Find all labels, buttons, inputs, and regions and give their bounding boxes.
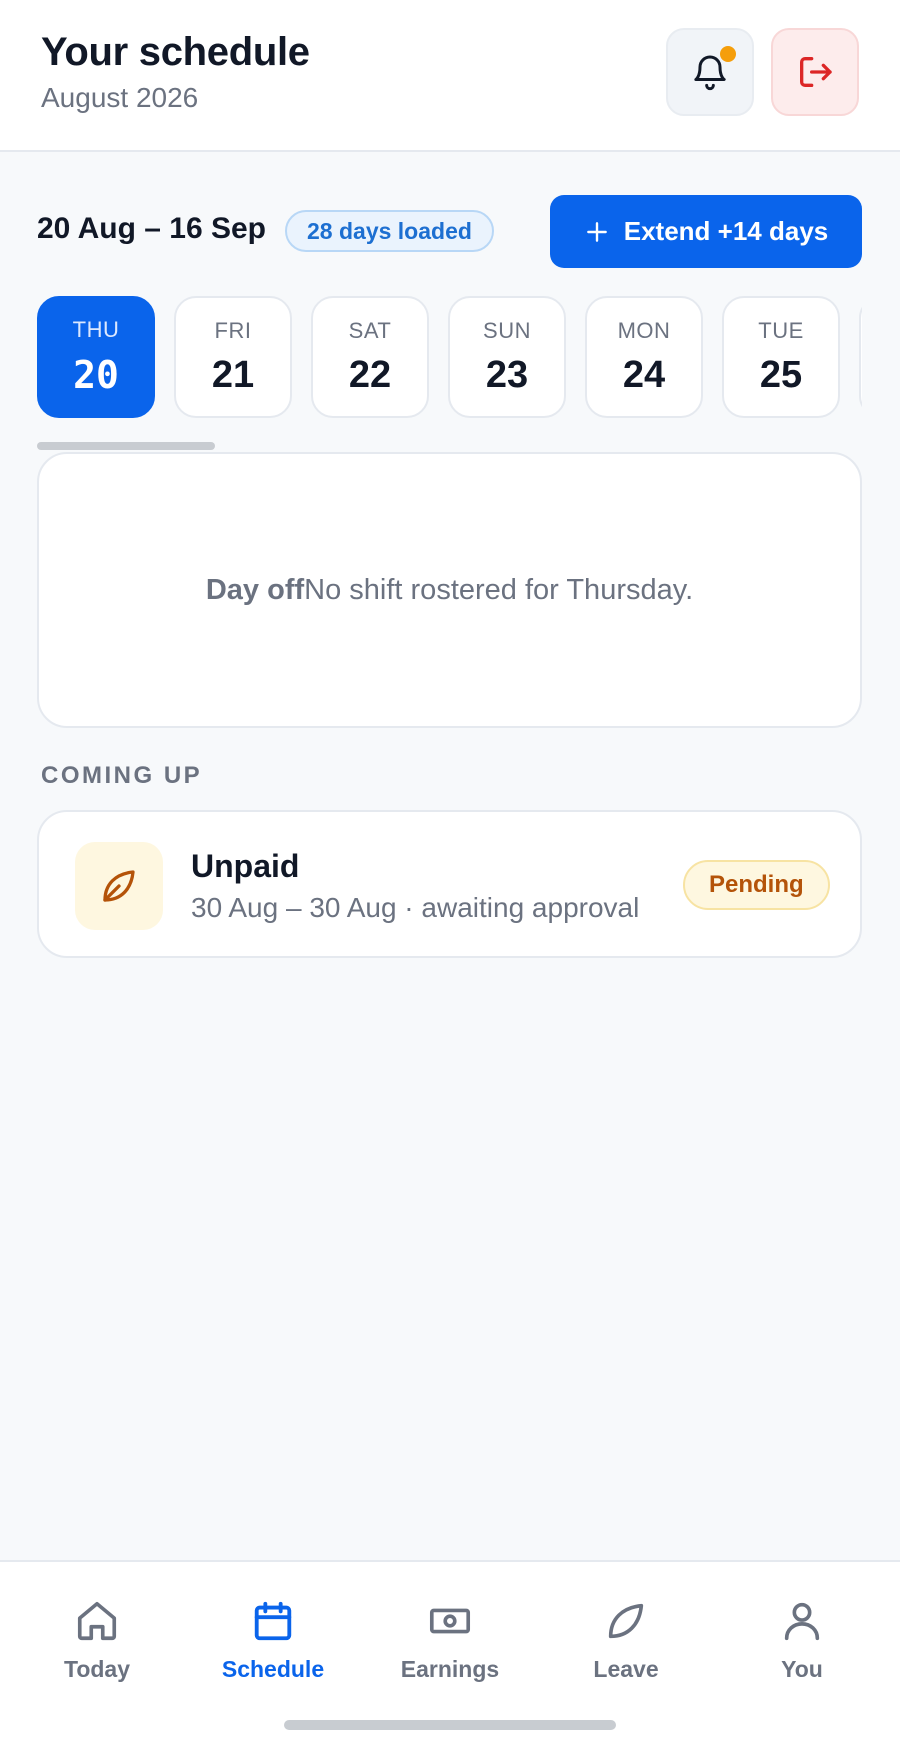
nav-item-schedule[interactable]: Schedule [193, 1598, 353, 1683]
cash-icon [429, 1608, 471, 1634]
day-tile[interactable]: FRI 21 [174, 296, 292, 418]
leaf-icon [75, 842, 163, 930]
day-name: MON [617, 317, 671, 343]
day-off-text: No shift rostered for Thursday. [304, 573, 694, 606]
leave-subtitle: 30 Aug – 30 Aug · awaiting approval [191, 892, 640, 923]
page-subtitle: August 2026 [41, 82, 199, 113]
day-strip-scrollbar[interactable] [37, 442, 215, 450]
day-name: SUN [483, 317, 531, 343]
nav-item-earnings[interactable]: Earnings [370, 1598, 530, 1683]
notifications-button[interactable] [666, 28, 754, 116]
calendar-icon [254, 1601, 292, 1641]
day-name: SAT [348, 317, 392, 343]
extend-button[interactable]: Extend +14 days [550, 195, 862, 268]
day-number: 20 [73, 353, 119, 397]
nav-item-leave[interactable]: Leave [546, 1598, 706, 1683]
day-tile[interactable]: TUE 25 [722, 296, 840, 418]
nav-label: Leave [593, 1656, 659, 1682]
leave-request-card[interactable]: Unpaid 30 Aug – 30 Aug · awaiting approv… [37, 810, 862, 958]
day-name: FRI [214, 317, 252, 343]
day-tile[interactable]: SUN 23 [448, 296, 566, 418]
day-number: 25 [759, 353, 803, 396]
status-badge: Pending [683, 860, 830, 910]
nav-label: Schedule [221, 1656, 325, 1682]
day-tile[interactable]: SAT 22 [311, 296, 429, 418]
day-strip[interactable]: THU 20 FRI 21 SAT 22 SUN 23 MON 24 TUE 2… [37, 296, 862, 420]
leaf-icon [608, 1603, 644, 1639]
days-loaded-badge: 28 days loaded [285, 210, 494, 252]
nav-item-you[interactable]: You [722, 1598, 882, 1683]
bottom-nav: Today Schedule Earnings Leave You [0, 1560, 900, 1743]
nav-label: Today [63, 1656, 131, 1682]
day-number: 23 [485, 353, 529, 396]
nav-label: You [781, 1656, 823, 1682]
home-indicator[interactable] [284, 1720, 616, 1730]
home-icon [77, 1601, 117, 1641]
leave-title: Unpaid [191, 848, 300, 884]
day-off-title: Day off [205, 573, 305, 606]
nav-label: Earnings [400, 1656, 500, 1682]
date-range: 20 Aug – 16 Sep [37, 212, 266, 245]
day-off-card: Day offNo shift rostered for Thursday. [37, 452, 862, 728]
coming-up-label: COMING UP [41, 762, 203, 789]
day-number: 22 [348, 353, 392, 396]
logout-button[interactable] [771, 28, 859, 116]
day-number: 21 [211, 353, 255, 396]
day-tile[interactable]: THU 20 [37, 296, 155, 418]
logout-icon [800, 57, 832, 88]
plus-icon [586, 221, 607, 242]
user-icon [784, 1602, 820, 1641]
nav-item-today[interactable]: Today [17, 1598, 177, 1683]
notification-dot [720, 46, 736, 62]
day-name: TUE [758, 317, 804, 343]
day-number: 24 [622, 353, 666, 396]
day-tile[interactable]: MON 24 [585, 296, 703, 418]
page-title: Your schedule [41, 30, 310, 74]
extend-button-label: Extend +14 days [623, 216, 829, 246]
day-tile-partial[interactable] [859, 296, 862, 418]
day-name: THU [72, 317, 120, 342]
app-header: Your schedule August 2026 [0, 0, 900, 152]
